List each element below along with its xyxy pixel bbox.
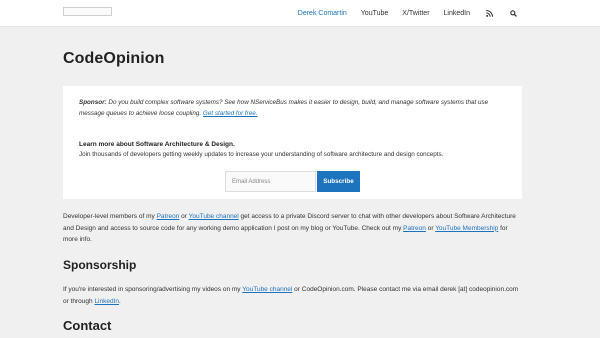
search-icon[interactable] <box>508 0 518 27</box>
sponsor-link[interactable]: Get started for free. <box>203 110 258 117</box>
site-header: Derek Comartin YouTube X/Twitter LinkedI… <box>0 0 600 27</box>
email-field[interactable]: Email Address <box>225 171 316 192</box>
nav-x-twitter[interactable]: X/Twitter <box>402 10 429 17</box>
sponsorship-text: . <box>119 297 121 305</box>
sponsorship-paragraph: If you're interested in sponsoring/adver… <box>63 284 522 307</box>
page-title: CodeOpinion <box>63 50 165 67</box>
patreon-link[interactable]: Patreon <box>157 213 180 220</box>
site-logo[interactable] <box>63 7 112 16</box>
sponsorship-text: If you're interested in sponsoring/adver… <box>63 286 243 293</box>
members-text: or <box>179 213 189 220</box>
linkedin-link[interactable]: LinkedIn <box>94 298 119 305</box>
newsletter-title: Learn more about Software Architecture &… <box>79 141 235 148</box>
nav-derek-comartin[interactable]: Derek Comartin <box>298 10 347 17</box>
patreon-link-2[interactable]: Patreon <box>403 225 426 232</box>
newsletter-box: Learn more about Software Architecture &… <box>63 131 522 199</box>
members-paragraph: Developer-level members of my Patreon or… <box>63 211 522 246</box>
members-text: or <box>425 224 436 232</box>
youtube-membership-link[interactable]: YouTube Membership <box>435 225 498 232</box>
sponsor-text: Do you build complex software systems? S… <box>79 99 489 117</box>
sponsor-label: Sponsor: <box>79 99 107 106</box>
nav-youtube[interactable]: YouTube <box>361 10 389 17</box>
members-text: Developer-level members of my <box>63 213 157 220</box>
contact-heading: Contact <box>63 318 112 333</box>
youtube-channel-link[interactable]: YouTube channel <box>189 213 239 220</box>
newsletter-form: Email Address Subscribe <box>225 171 360 192</box>
subscribe-button[interactable]: Subscribe <box>317 171 360 192</box>
rss-icon[interactable] <box>484 0 494 27</box>
youtube-channel-link[interactable]: YouTube channel <box>242 286 292 293</box>
newsletter-subtitle: Join thousands of developers getting wee… <box>79 151 444 158</box>
sponsorship-heading: Sponsorship <box>63 258 137 272</box>
main-nav: Derek Comartin YouTube X/Twitter LinkedI… <box>298 0 518 27</box>
nav-linkedin[interactable]: LinkedIn <box>444 10 470 17</box>
